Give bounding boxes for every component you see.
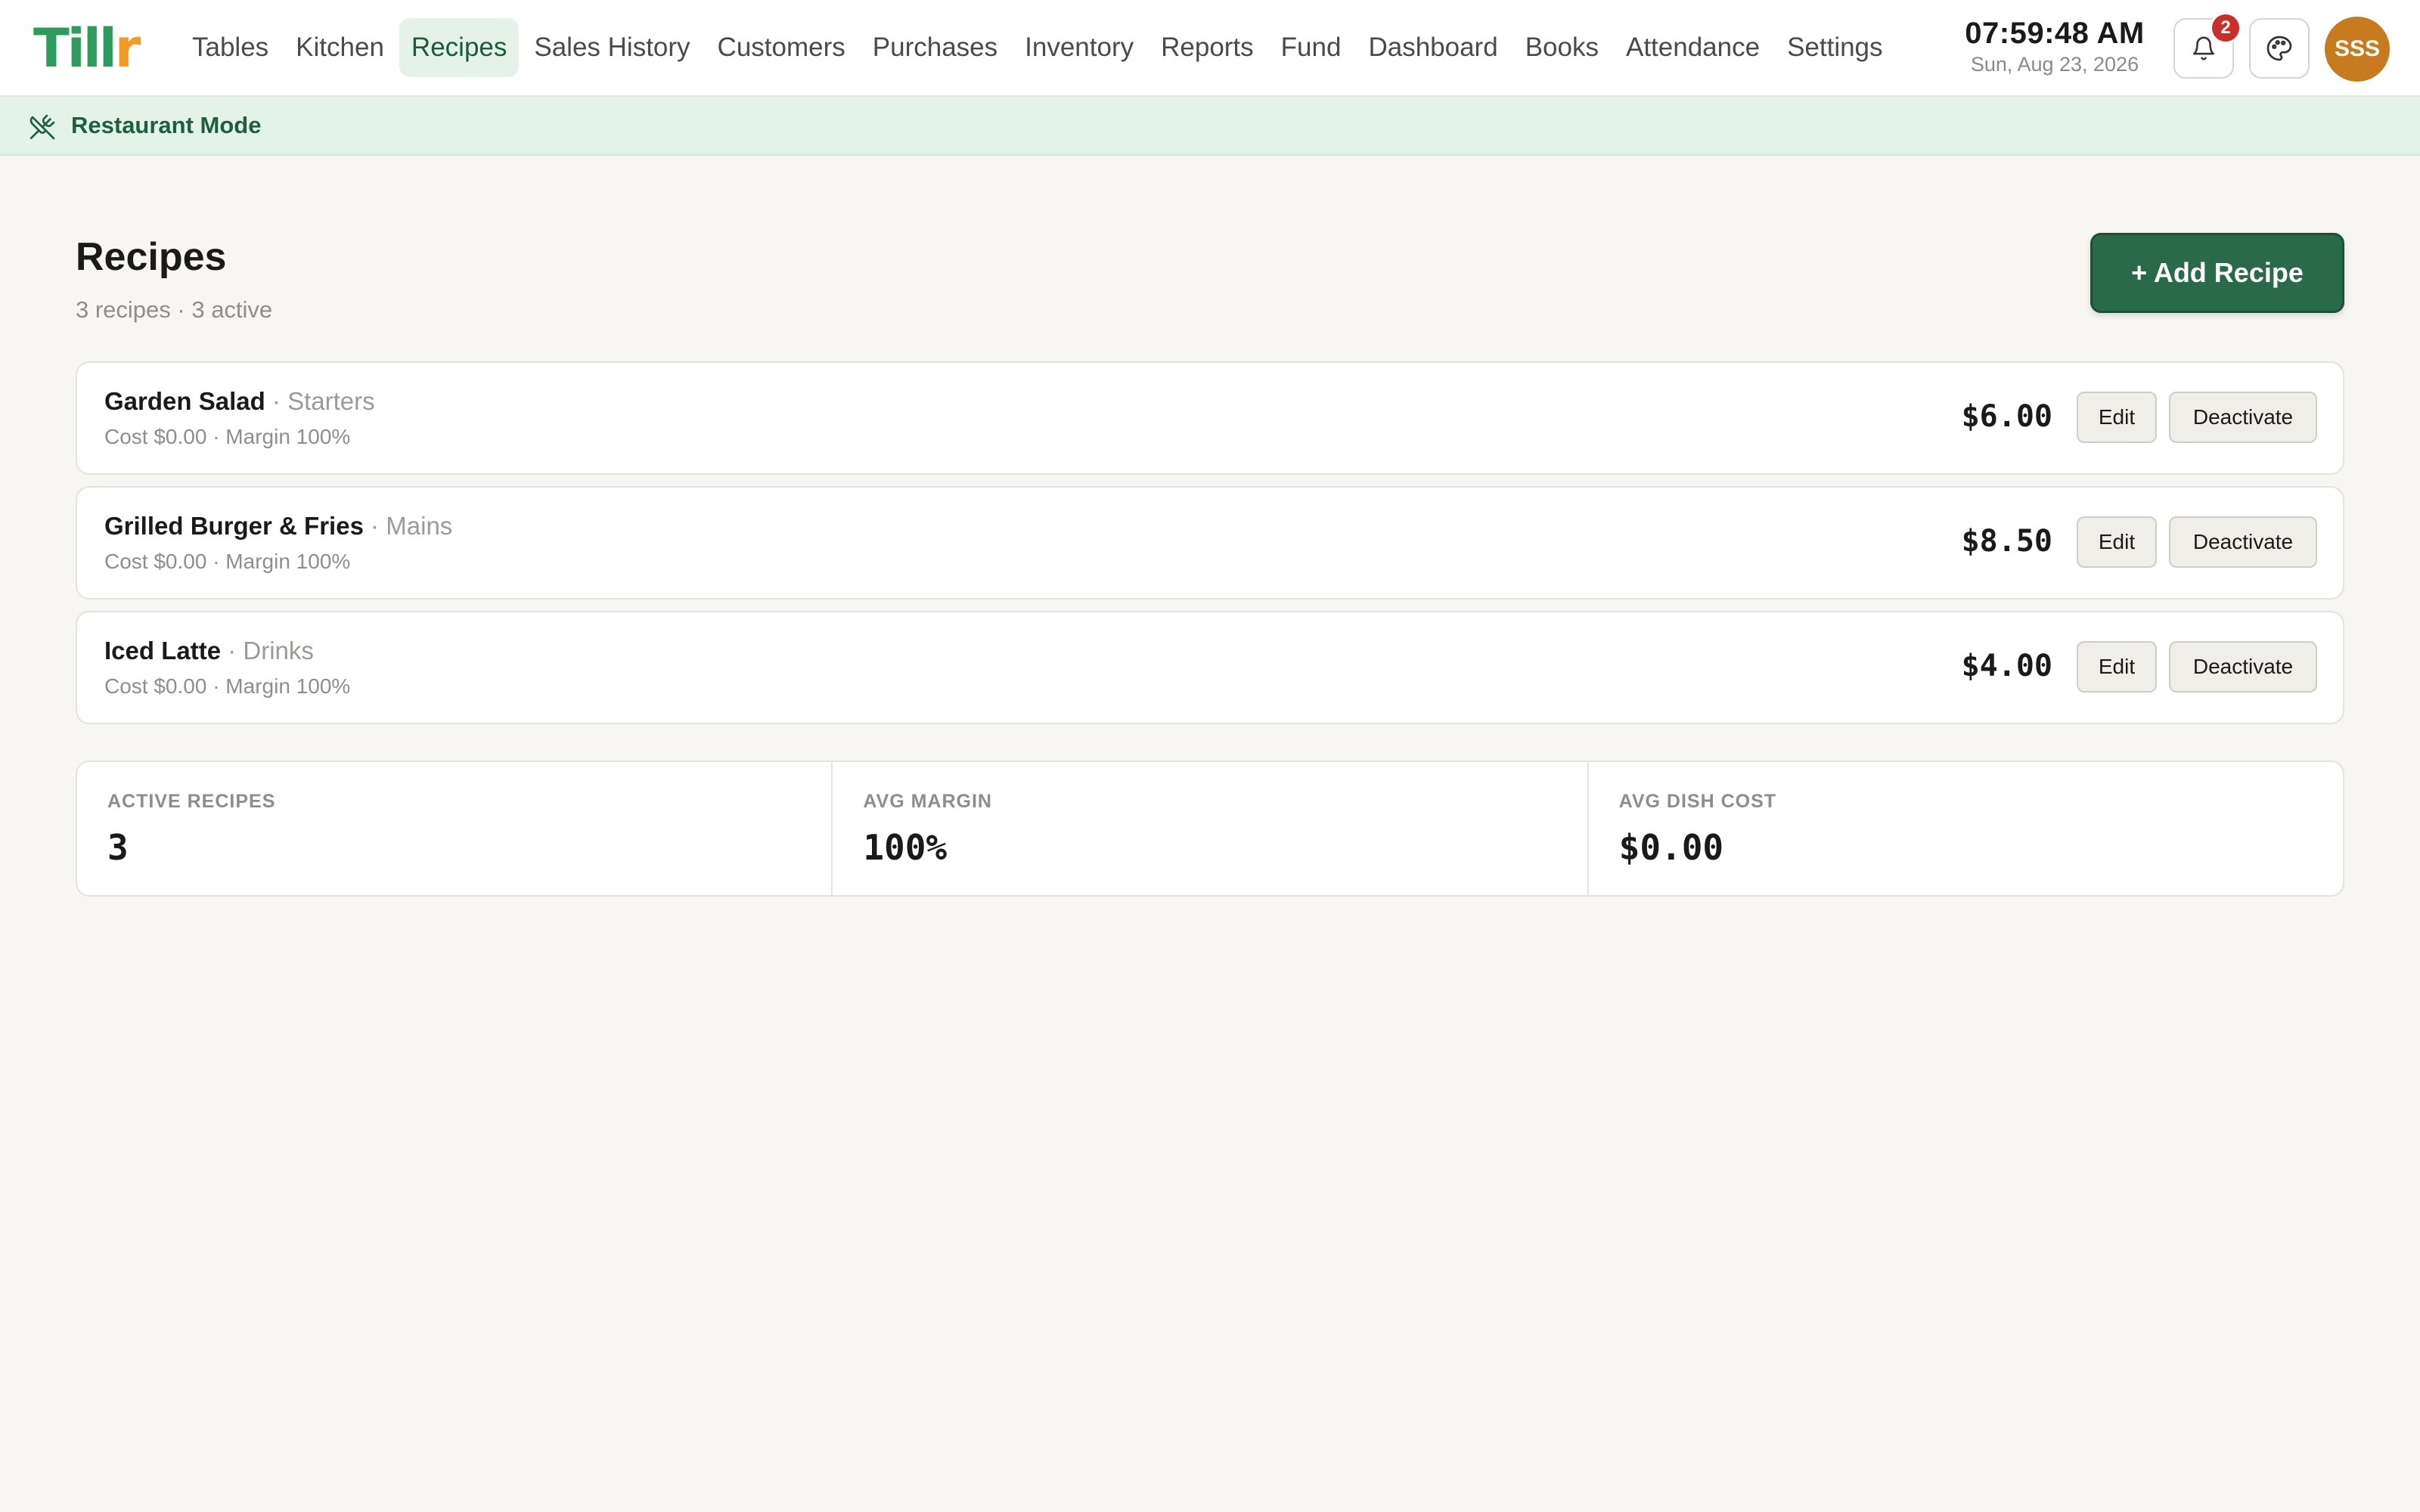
stat-avg-margin: AVG MARGIN 100% bbox=[833, 762, 1589, 895]
page-title: Recipes bbox=[76, 235, 227, 279]
notification-count-badge: 2 bbox=[2210, 12, 2242, 44]
stat-value: 3 bbox=[107, 827, 129, 868]
stat-label: AVG DISH COST bbox=[1618, 791, 1777, 812]
clock-date: Sun, Aug 23, 2026 bbox=[1970, 53, 2139, 76]
recipe-row: Grilled Burger & Fries · Mains Cost $0.0… bbox=[76, 486, 2344, 600]
nav-item-kitchen[interactable]: Kitchen bbox=[284, 18, 396, 77]
recipe-cost-margin: Cost $0.00 · Margin 100% bbox=[104, 550, 351, 573]
recipe-stats-panel: ACTIVE RECIPES 3 AVG MARGIN 100% AVG DIS… bbox=[76, 761, 2344, 897]
recipe-price: $8.50 bbox=[1961, 524, 2052, 559]
top-navigation-bar: Till r Tables Kitchen Recipes Sales Histo… bbox=[0, 0, 2420, 97]
nav-item-settings[interactable]: Settings bbox=[1775, 18, 1894, 77]
logo-text-accent: r bbox=[114, 17, 141, 79]
mode-bar: Restaurant Mode bbox=[0, 97, 2420, 156]
utensils-crossed-icon bbox=[29, 114, 55, 140]
edit-recipe-button[interactable]: Edit bbox=[2077, 641, 2157, 692]
recipe-price: $4.00 bbox=[1961, 649, 2052, 683]
recipe-row: Iced Latte · Drinks Cost $0.00 · Margin … bbox=[76, 611, 2344, 724]
deactivate-recipe-button[interactable]: Deactivate bbox=[2169, 516, 2317, 568]
nav-item-tables[interactable]: Tables bbox=[180, 18, 281, 77]
nav-item-fund[interactable]: Fund bbox=[1269, 18, 1354, 77]
recipe-name: Garden Salad bbox=[104, 387, 265, 415]
nav-item-inventory[interactable]: Inventory bbox=[1013, 18, 1146, 77]
recipe-row: Garden Salad · Starters Cost $0.00 · Mar… bbox=[76, 361, 2344, 475]
bell-icon bbox=[2192, 36, 2215, 60]
recipe-name: Iced Latte bbox=[104, 637, 222, 665]
stat-avg-dish-cost: AVG DISH COST $0.00 bbox=[1589, 762, 2343, 895]
nav-item-reports[interactable]: Reports bbox=[1149, 18, 1266, 77]
recipe-category: Mains bbox=[386, 512, 453, 540]
palette-icon bbox=[2266, 36, 2292, 61]
nav-item-customers[interactable]: Customers bbox=[706, 18, 858, 77]
recipe-category: Starters bbox=[287, 387, 375, 415]
add-recipe-button[interactable]: + Add Recipe bbox=[2090, 233, 2344, 313]
stat-label: ACTIVE RECIPES bbox=[107, 791, 276, 812]
recipe-cost-margin: Cost $0.00 · Margin 100% bbox=[104, 674, 351, 698]
deactivate-recipe-button[interactable]: Deactivate bbox=[2169, 641, 2317, 692]
recipe-name: Grilled Burger & Fries bbox=[104, 512, 364, 540]
theme-button[interactable] bbox=[2249, 18, 2310, 79]
app-logo[interactable]: Till r bbox=[33, 17, 141, 79]
user-avatar[interactable]: SSS bbox=[2325, 17, 2390, 82]
recipe-category: Drinks bbox=[243, 637, 314, 665]
recipe-cost-margin: Cost $0.00 · Margin 100% bbox=[104, 425, 351, 448]
nav-item-attendance[interactable]: Attendance bbox=[1614, 18, 1772, 77]
nav-item-sales-history[interactable]: Sales History bbox=[522, 18, 702, 77]
stat-active-recipes: ACTIVE RECIPES 3 bbox=[77, 762, 833, 895]
edit-recipe-button[interactable]: Edit bbox=[2077, 392, 2157, 443]
stat-value: 100% bbox=[863, 827, 948, 868]
recipe-separator: · bbox=[265, 387, 288, 415]
main-nav: Tables Kitchen Recipes Sales History Cus… bbox=[180, 18, 1895, 77]
stat-value: $0.00 bbox=[1618, 827, 1724, 868]
recipe-separator: · bbox=[221, 637, 244, 665]
recipe-price: $6.00 bbox=[1961, 399, 2052, 434]
nav-item-recipes[interactable]: Recipes bbox=[399, 18, 520, 77]
clock: 07:59:48 AM Sun, Aug 23, 2026 bbox=[1960, 15, 2149, 77]
logo-text-primary: Till bbox=[33, 17, 117, 79]
mode-label: Restaurant Mode bbox=[71, 112, 262, 138]
nav-item-purchases[interactable]: Purchases bbox=[861, 18, 1010, 77]
nav-item-books[interactable]: Books bbox=[1513, 18, 1611, 77]
clock-time: 07:59:48 AM bbox=[1965, 17, 2145, 50]
deactivate-recipe-button[interactable]: Deactivate bbox=[2169, 392, 2317, 443]
edit-recipe-button[interactable]: Edit bbox=[2077, 516, 2157, 568]
page-subtitle: 3 recipes · 3 active bbox=[76, 296, 273, 323]
stat-label: AVG MARGIN bbox=[863, 791, 992, 812]
recipe-separator: · bbox=[363, 512, 386, 540]
recipe-name-line: Iced Latte · Drinks bbox=[104, 637, 314, 665]
nav-item-dashboard[interactable]: Dashboard bbox=[1356, 18, 1509, 77]
recipe-name-line: Garden Salad · Starters bbox=[104, 387, 375, 416]
recipe-name-line: Grilled Burger & Fries · Mains bbox=[104, 512, 452, 541]
